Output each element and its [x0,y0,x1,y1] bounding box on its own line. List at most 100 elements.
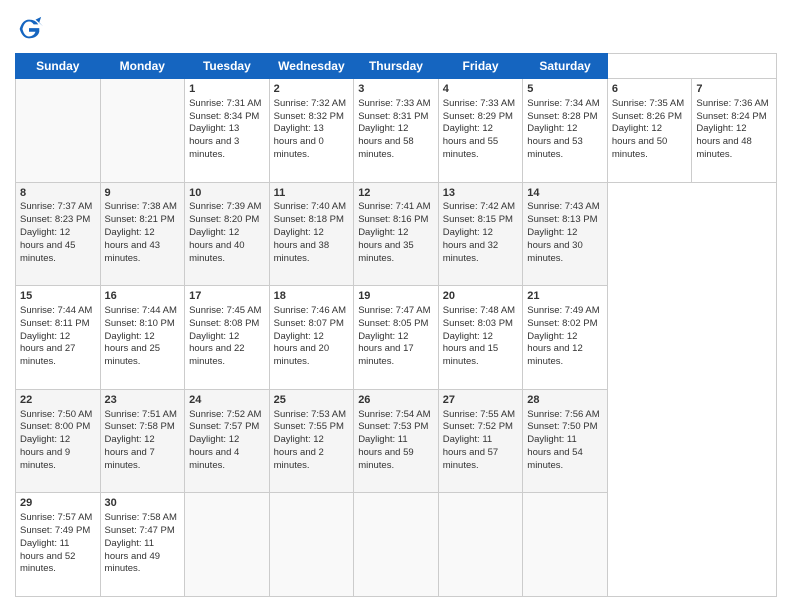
sunrise: Sunrise: 7:46 AM [274,305,346,316]
empty-day-cell [16,79,101,183]
calendar-day-cell: 8Sunrise: 7:37 AMSunset: 8:23 PMDaylight… [16,182,101,286]
day-number: 24 [189,393,265,408]
sunset: Sunset: 8:26 PM [612,111,682,122]
sunset: Sunset: 7:58 PM [105,421,175,432]
sunrise: Sunrise: 7:50 AM [20,409,92,420]
calendar-week-row: 22Sunrise: 7:50 AMSunset: 8:00 PM Dayligh… [16,389,777,493]
calendar-day-cell: 9Sunrise: 7:38 AMSunset: 8:21 PMDaylight… [100,182,185,286]
sunset: Sunset: 8:20 PM [189,214,259,225]
daylight: Daylight: 12 hours and 50 minutes. [612,123,667,160]
day-number: 15 [20,289,96,304]
calendar-day-cell: 2Sunrise: 7:32 AMSunset: 8:32 PMDaylight… [269,79,354,183]
day-number: 29 [20,496,96,511]
calendar-table: SundayMondayTuesdayWednesdayThursdayFrid… [15,53,777,597]
sunrise: Sunrise: 7:32 AM [274,98,346,109]
sunset: Sunset: 8:00 PM [20,421,90,432]
calendar-day-cell [523,493,608,597]
sunset: Sunset: 8:11 PM [20,318,90,329]
day-number: 12 [358,186,434,201]
daylight: Daylight: 12 hours and 15 minutes. [443,331,498,368]
sunrise: Sunrise: 7:44 AM [20,305,92,316]
daylight: Daylight: 12 hours and 2 minutes. [274,434,324,471]
sunrise: Sunrise: 7:49 AM [527,305,599,316]
sunrise: Sunrise: 7:48 AM [443,305,515,316]
daylight: Daylight: 11 hours and 54 minutes. [527,434,582,471]
calendar-day-cell: 7Sunrise: 7:36 AMSunset: 8:24 PMDaylight… [692,79,777,183]
logo [15,15,45,43]
day-number: 8 [20,186,96,201]
daylight: Daylight: 12 hours and 32 minutes. [443,227,498,264]
calendar-day-cell: 10Sunrise: 7:39 AMSunset: 8:20 PMDayligh… [185,182,270,286]
calendar-day-cell: 1Sunrise: 7:31 AMSunset: 8:34 PMDaylight… [185,79,270,183]
day-number: 7 [696,82,772,97]
sunrise: Sunrise: 7:35 AM [612,98,684,109]
calendar-week-row: 15Sunrise: 7:44 AM Sunset: 8:11 PM Dayligh… [16,286,777,390]
daylight: Daylight: 11 hours and 57 minutes. [443,434,498,471]
daylight: Daylight: 12 hours and 43 minutes. [105,227,160,264]
day-number: 18 [274,289,350,304]
sunrise: Sunrise: 7:53 AM [274,409,346,420]
day-number: 21 [527,289,603,304]
calendar-day-cell: 24Sunrise: 7:52 AMSunset: 7:57 PMDayligh… [185,389,270,493]
calendar-week-row: 1Sunrise: 7:31 AMSunset: 8:34 PMDaylight… [16,79,777,183]
sunrise: Sunrise: 7:43 AM [527,201,599,212]
calendar-day-cell: 26Sunrise: 7:54 AMSunset: 7:53 PMDayligh… [354,389,439,493]
day-number: 26 [358,393,434,408]
calendar-day-cell: 12Sunrise: 7:41 AMSunset: 8:16 PMDayligh… [354,182,439,286]
sunrise: Sunrise: 7:33 AM [358,98,430,109]
sunrise: Sunrise: 7:45 AM [189,305,261,316]
calendar-day-cell: 19Sunrise: 7:47 AMSunset: 8:05 PMDayligh… [354,286,439,390]
sunrise: Sunrise: 7:37 AM [20,201,92,212]
calendar-day-cell: 22Sunrise: 7:50 AMSunset: 8:00 PMDayligh… [16,389,101,493]
calendar-day-cell: 17Sunrise: 7:45 AMSunset: 8:08 PMDayligh… [185,286,270,390]
calendar-day-cell [185,493,270,597]
day-number: 20 [443,289,519,304]
empty-day-cell [100,79,185,183]
sunset: Sunset: 8:28 PM [527,111,597,122]
daylight: Daylight: 12 hours and 20 minutes. [274,331,329,368]
daylight: Daylight: 12 hours and 38 minutes. [274,227,329,264]
sunrise: Sunrise: 7:33 AM [443,98,515,109]
calendar-day-cell: 11Sunrise: 7:40 AM Sunset: 8:18 PM Dayligh… [269,182,354,286]
calendar-week-row: 8Sunrise: 7:37 AMSunset: 8:23 PMDaylight… [16,182,777,286]
sunset: Sunset: 8:34 PM [189,111,259,122]
sunrise: Sunrise: 7:55 AM [443,409,515,420]
day-number: 22 [20,393,96,408]
day-number: 25 [274,393,350,408]
day-of-week-header: Saturday [523,54,608,79]
calendar-day-cell: 15Sunrise: 7:44 AMSunset: 8:11 PMDayligh… [16,286,101,390]
sunset: Sunset: 8:18 PM [274,214,344,225]
day-number: 6 [612,82,688,97]
daylight: Daylight: 12 hours and 12 minutes. [527,331,582,368]
day-number: 23 [105,393,181,408]
sunrise: Sunrise: 7:36 AM [696,98,768,109]
daylight: Daylight: 12 hours and 53 minutes. [527,123,582,160]
calendar-day-cell: 13Sunrise: 7:42 AMSunset: 8:15 PMDayligh… [438,182,523,286]
sunrise: Sunrise: 7:54 AM [358,409,430,420]
sunset: Sunset: 7:55 PM [274,421,344,432]
sunrise: Sunrise: 7:31 AM [189,98,261,109]
calendar-day-cell: 29Sunrise: 7:57 AMSunset: 7:49 PMDayligh… [16,493,101,597]
daylight: Daylight: 13 hours and 0 minutes. [274,123,324,160]
daylight: Daylight: 12 hours and 58 minutes. [358,123,413,160]
sunset: Sunset: 8:10 PM [105,318,175,329]
sunrise: Sunrise: 7:47 AM [358,305,430,316]
day-number: 3 [358,82,434,97]
calendar-day-cell: 30Sunrise: 7:58 AMSunset: 7:47 PMDayligh… [100,493,185,597]
daylight: Daylight: 12 hours and 45 minutes. [20,227,75,264]
sunset: Sunset: 8:07 PM [274,318,344,329]
day-number: 11 [274,186,350,201]
day-of-week-header: Monday [100,54,185,79]
calendar-day-cell [438,493,523,597]
sunset: Sunset: 7:57 PM [189,421,259,432]
day-number: 19 [358,289,434,304]
daylight: Daylight: 11 hours and 52 minutes. [20,538,75,575]
daylight: Daylight: 12 hours and 30 minutes. [527,227,582,264]
sunrise: Sunrise: 7:42 AM [443,201,515,212]
calendar-day-cell [354,493,439,597]
sunset: Sunset: 8:21 PM [105,214,175,225]
day-number: 2 [274,82,350,97]
sunset: Sunset: 7:53 PM [358,421,428,432]
day-number: 16 [105,289,181,304]
sunrise: Sunrise: 7:40 AM [274,201,346,212]
